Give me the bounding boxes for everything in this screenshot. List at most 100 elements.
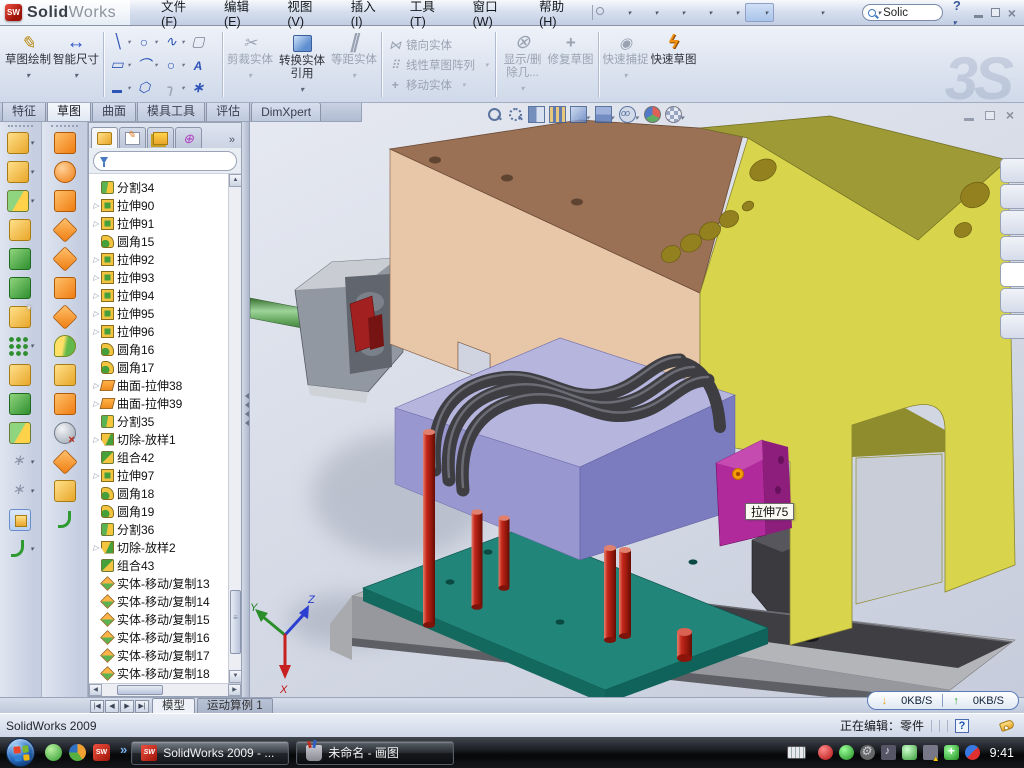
polygon-tool[interactable] xyxy=(136,79,163,96)
flatten-surface-icon[interactable] xyxy=(54,476,76,505)
menu-item[interactable]: 视图(V) xyxy=(274,0,337,33)
tree-expander-icon[interactable]: ▷ xyxy=(91,309,101,318)
arc-tool[interactable]: ▾ xyxy=(136,55,163,75)
feature-tree-item[interactable]: 分割36 xyxy=(91,520,227,538)
helix-icon[interactable]: ▾ xyxy=(7,534,34,563)
extruded-boss-icon[interactable]: ▾ xyxy=(7,128,34,157)
panel-splitter[interactable] xyxy=(242,122,250,697)
smart-dimension-button[interactable]: 智能尺寸 xyxy=(52,29,100,100)
freeform-icon[interactable] xyxy=(54,505,76,534)
draft-icon[interactable] xyxy=(9,389,32,418)
quick-launch-chevron-icon[interactable] xyxy=(120,742,127,757)
tree-expander-icon[interactable]: ▷ xyxy=(91,435,101,444)
reference-geometry-icon[interactable]: ▾ xyxy=(7,447,34,476)
document-tab[interactable]: 运动算例 1 xyxy=(197,698,273,713)
feature-tree-item[interactable]: ▷ 曲面-拉伸38 xyxy=(91,376,227,394)
select-icon[interactable]: ▾ xyxy=(745,3,774,22)
feature-tree-item[interactable]: ▷ 切除-放样2 xyxy=(91,538,227,556)
extruded-surface-icon[interactable] xyxy=(54,186,76,215)
options-icon[interactable]: ▾ xyxy=(803,4,828,21)
update-ball-icon[interactable] xyxy=(965,745,980,760)
security-shield-icon[interactable] xyxy=(839,745,854,760)
volume-icon[interactable] xyxy=(881,745,896,760)
hscroll-thumb[interactable] xyxy=(117,685,163,695)
feature-tree-item[interactable]: 圆角19 xyxy=(91,502,227,520)
hide-show-items-icon[interactable]: ▾ xyxy=(619,106,641,123)
convert-entities-button[interactable]: 转换实体引用 xyxy=(274,29,330,100)
feature-tree-item[interactable]: 实体-移动/复制15 xyxy=(91,610,227,628)
feature-tree-item[interactable]: ▷ 拉伸92 xyxy=(91,250,227,268)
planar-surface-icon[interactable] xyxy=(54,273,76,302)
display-style-icon[interactable]: ▾ xyxy=(570,106,592,123)
toolbar-grip[interactable] xyxy=(8,125,33,127)
feature-tree-item[interactable]: 实体-移动/复制18 xyxy=(91,664,227,682)
resources-tab[interactable] xyxy=(1000,158,1024,183)
feature-tree-item[interactable]: ▷ 曲面-拉伸39 xyxy=(91,394,227,412)
scroll-down-button[interactable]: ▼ xyxy=(229,670,241,683)
rib-icon[interactable] xyxy=(9,360,32,389)
ruled-surface-icon[interactable] xyxy=(54,331,76,360)
scroll-thumb[interactable] xyxy=(230,590,241,654)
zoom-area-icon[interactable] xyxy=(507,106,525,123)
messenger-ql-icon[interactable] xyxy=(45,744,62,761)
feature-tree-item[interactable]: 实体-移动/复制14 xyxy=(91,592,227,610)
revolved-surface-icon[interactable] xyxy=(54,157,76,186)
feature-tree-item[interactable]: 实体-移动/复制17 xyxy=(91,646,227,664)
tree-expander-icon[interactable]: ▷ xyxy=(91,327,101,336)
swept-surface-icon[interactable] xyxy=(54,128,76,157)
tags-icon[interactable] xyxy=(999,719,1015,732)
menu-item[interactable]: 文件(F) xyxy=(148,0,211,33)
revolved-boss-icon[interactable]: ▾ xyxy=(7,157,34,186)
feature-tree-item[interactable]: ▷ 拉伸94 xyxy=(91,286,227,304)
feature-tree-item[interactable]: ▷ 拉伸95 xyxy=(91,304,227,322)
mirror-feature-icon[interactable] xyxy=(9,418,32,447)
feature-tree-item[interactable]: 实体-移动/复制13 xyxy=(91,574,227,592)
panel-overflow-chevron-icon[interactable] xyxy=(225,134,239,148)
apply-scene-icon[interactable]: ▾ xyxy=(665,106,687,123)
feature-tree-item[interactable]: 圆角17 xyxy=(91,358,227,376)
security-ql-icon[interactable] xyxy=(69,744,86,761)
slot-tool[interactable]: ▾ xyxy=(109,80,136,96)
ellipse-tool[interactable]: ▾ xyxy=(163,57,190,73)
messenger-tray-icon[interactable] xyxy=(902,745,917,760)
appearances-scenes-tab[interactable] xyxy=(1000,288,1024,313)
next-tab-button[interactable]: ▶ xyxy=(120,700,134,713)
rebuild-icon[interactable] xyxy=(776,4,801,21)
tree-filter-box[interactable] xyxy=(93,151,237,171)
boundary-surface-icon[interactable] xyxy=(54,215,76,244)
start-button[interactable] xyxy=(6,738,35,767)
open-icon[interactable]: ▾ xyxy=(637,4,662,21)
feature-tree-item[interactable]: ▷ 拉伸91 xyxy=(91,214,227,232)
input-keyboard-icon[interactable] xyxy=(787,746,806,759)
system-gear-icon[interactable] xyxy=(860,745,875,760)
tree-expander-icon[interactable]: ▷ xyxy=(91,219,101,228)
offset-surface-icon[interactable] xyxy=(54,302,76,331)
configurationmanager-tab[interactable] xyxy=(147,127,174,148)
view-palette-tab[interactable] xyxy=(1000,262,1024,287)
scroll-left-button[interactable]: ◀ xyxy=(89,684,102,696)
taskbar-window-button[interactable]: SolidWorks 2009 - ... xyxy=(131,741,289,765)
tree-expander-icon[interactable]: ▷ xyxy=(91,291,101,300)
tree-expander-icon[interactable]: ▷ xyxy=(91,471,101,480)
knit-surface-icon[interactable] xyxy=(54,360,76,389)
shell-icon[interactable] xyxy=(9,273,32,302)
fillet-feature-icon[interactable]: ▾ xyxy=(7,186,34,215)
minimize-button[interactable] xyxy=(974,15,983,18)
feature-tree-item[interactable]: ▷ 拉伸96 xyxy=(91,322,227,340)
feature-tree-item[interactable]: 圆角18 xyxy=(91,484,227,502)
view-orientation-icon[interactable]: ▾ xyxy=(595,106,617,123)
lofted-boss-icon[interactable] xyxy=(9,244,32,273)
feature-tree-item[interactable]: 组合43 xyxy=(91,556,227,574)
menu-item[interactable]: 窗口(W) xyxy=(460,0,527,33)
tree-expander-icon[interactable]: ▷ xyxy=(91,201,101,210)
first-tab-button[interactable]: |◀ xyxy=(90,700,104,713)
menu-item[interactable]: 插入(I) xyxy=(338,0,397,33)
thicken-icon[interactable] xyxy=(54,447,76,476)
view-settings-icon[interactable] xyxy=(549,106,567,123)
feature-tree-item[interactable]: 分割35 xyxy=(91,412,227,430)
spline-tool[interactable]: ▾ xyxy=(163,33,190,50)
propertymanager-tab[interactable] xyxy=(119,127,146,148)
help-button[interactable]: ? ▾ xyxy=(953,0,966,28)
prev-tab-button[interactable]: ◀ xyxy=(105,700,119,713)
tree-horizontal-scrollbar[interactable]: ◀ ▶ xyxy=(89,683,241,696)
